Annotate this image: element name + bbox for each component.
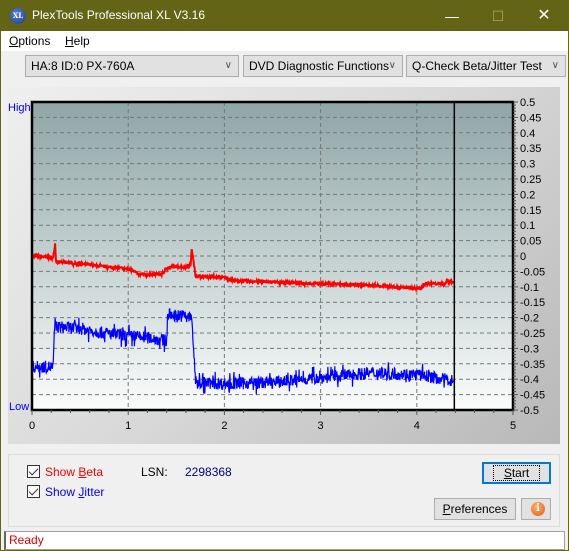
menu-help[interactable]: Help xyxy=(65,34,90,48)
menu-options-accel: O xyxy=(9,34,19,48)
y-tick-label: -0.2 xyxy=(520,313,539,325)
window-title: PlexTools Professional XL V3.16 xyxy=(32,8,205,22)
show-beta-label[interactable]: Show Beta xyxy=(45,465,103,479)
drive-select[interactable]: HA:8 ID:0 PX-760A ∨ xyxy=(25,55,239,77)
start-button[interactable]: Start xyxy=(482,462,551,484)
start-rest: tart xyxy=(511,466,530,480)
lsn-value: 2298368 xyxy=(185,465,232,479)
title-bar[interactable]: XL PlexTools Professional XL V3.16 — ☐ ✕ xyxy=(1,1,568,31)
high-label: High xyxy=(8,102,31,114)
y-tick-label: 0.15 xyxy=(520,205,541,217)
y-tick-label: -0.35 xyxy=(520,359,545,371)
show-jitter-checkbox[interactable] xyxy=(27,485,40,498)
app-logo-icon: XL xyxy=(10,8,26,24)
x-tick-label: 0 xyxy=(29,420,35,432)
y-tick-label: 0.4 xyxy=(520,128,535,140)
show-beta-rest: eta xyxy=(86,465,104,479)
close-button[interactable]: ✕ xyxy=(521,1,567,31)
menu-bar: Options Help xyxy=(1,31,568,51)
y-tick-label: 0.05 xyxy=(520,236,541,248)
y-tick-label: 0.1 xyxy=(520,220,535,232)
info-icon: i xyxy=(531,502,545,516)
about-button[interactable]: i xyxy=(521,498,551,520)
y-tick-label: -0.5 xyxy=(520,405,539,417)
y-tick-label: 0.25 xyxy=(520,174,541,186)
y-tick-label: -0.15 xyxy=(520,297,545,309)
menu-help-accel: H xyxy=(65,34,74,48)
menu-help-label: elp xyxy=(73,34,90,48)
function-select[interactable]: DVD Diagnostic Functions ∨ xyxy=(243,55,403,77)
x-tick-label: 1 xyxy=(125,420,131,432)
y-tick-label: 0.35 xyxy=(520,143,541,155)
y-tick-label: 0.5 xyxy=(520,97,535,109)
beta-jitter-chart: 0.5 0.45 0.4 0.35 0.3 0.25 0.2 0.15 0.1 0.05 0 -0.0… xyxy=(8,97,545,432)
start-button-label: Start xyxy=(492,465,541,481)
y-tick-label: 0.45 xyxy=(520,112,541,124)
preferences-accel: P xyxy=(442,502,451,516)
y-tick-label: -0.45 xyxy=(520,390,545,402)
start-accel: S xyxy=(503,466,512,480)
preferences-button[interactable]: Preferences xyxy=(434,498,516,520)
show-beta-checkbox[interactable] xyxy=(27,465,40,478)
x-tick-label: 2 xyxy=(221,420,227,432)
x-tick-label: 3 xyxy=(318,420,324,432)
show-jitter-label[interactable]: Show Jitter xyxy=(45,485,104,499)
lsn-label: LSN: xyxy=(141,465,168,479)
low-label: Low xyxy=(9,401,29,413)
show-beta-prefix: Show xyxy=(45,465,79,479)
menu-options-label: ptions xyxy=(18,34,51,48)
status-text: Ready xyxy=(9,533,44,547)
menu-options[interactable]: Options xyxy=(9,34,50,48)
chevron-down-icon: ∨ xyxy=(224,60,232,71)
y-tick-label: 0.3 xyxy=(520,159,535,171)
show-jitter-rest: itter xyxy=(84,485,105,499)
test-select[interactable]: Q-Check Beta/Jitter Test ∨ xyxy=(406,55,566,77)
drive-select-value: HA:8 ID:0 PX-760A xyxy=(31,59,135,73)
test-select-value: Q-Check Beta/Jitter Test xyxy=(412,59,542,73)
y-tick-label: 0 xyxy=(520,251,526,263)
status-bar: Ready xyxy=(4,531,565,550)
preferences-rest: references xyxy=(450,502,508,516)
x-tick-label: 4 xyxy=(414,420,420,432)
maximize-button[interactable]: ☐ xyxy=(475,1,521,31)
chevron-down-icon: ∨ xyxy=(388,60,396,71)
y-tick-label: -0.25 xyxy=(520,328,545,340)
y-tick-label: 0.2 xyxy=(520,189,535,201)
show-jitter-prefix: Show xyxy=(45,485,79,499)
chevron-down-icon: ∨ xyxy=(551,60,559,71)
options-panel: Show Beta Show Jitter LSN: 2298368 Start… xyxy=(8,454,560,527)
y-tick-label: -0.05 xyxy=(520,266,545,278)
chart-panel: 0.5 0.45 0.4 0.35 0.3 0.25 0.2 0.15 0.1 0.05 0 -0.0… xyxy=(8,87,560,444)
y-tick-label: -0.1 xyxy=(520,282,539,294)
y-tick-label: -0.4 xyxy=(520,374,539,386)
minimize-button[interactable]: — xyxy=(429,1,475,31)
toolbar: HA:8 ID:0 PX-760A ∨ DVD Diagnostic Funct… xyxy=(1,51,568,81)
function-select-value: DVD Diagnostic Functions xyxy=(249,59,390,73)
app-window: XL PlexTools Professional XL V3.16 — ☐ ✕… xyxy=(0,0,569,551)
y-tick-label: -0.3 xyxy=(520,343,539,355)
x-tick-label: 5 xyxy=(510,420,516,432)
